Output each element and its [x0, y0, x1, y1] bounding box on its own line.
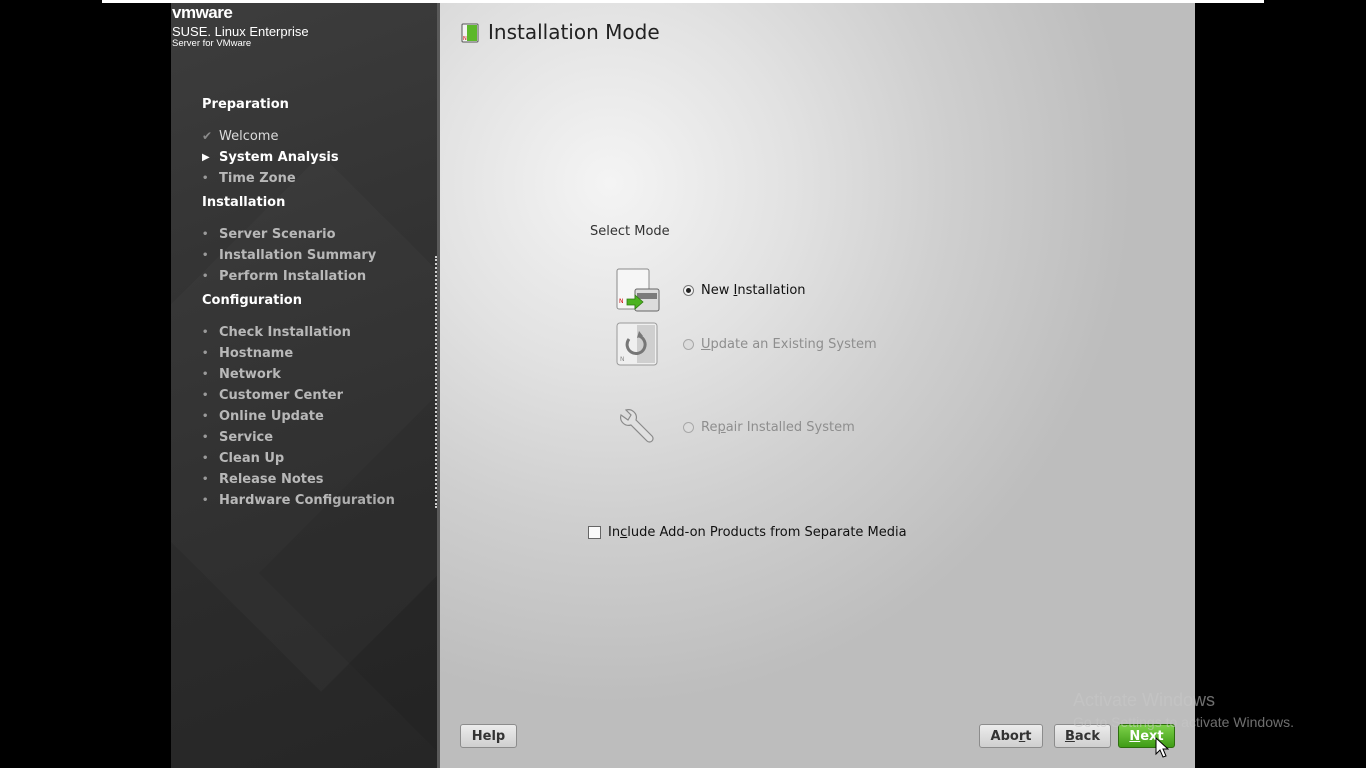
- current-step-arrow-icon: ▶: [202, 151, 210, 163]
- installation-mode-icon: N: [461, 23, 479, 43]
- step-label: Online Update: [219, 408, 324, 424]
- option-update-existing-system[interactable]: Update an Existing System: [683, 337, 877, 352]
- product-name: SUSE. Linux Enterprise: [172, 24, 309, 39]
- step-customer-center: • Customer Center: [202, 385, 343, 405]
- new-installation-icon: N: [616, 268, 660, 312]
- step-label: Time Zone: [219, 170, 296, 186]
- bullet-icon: •: [202, 228, 209, 240]
- step-label: Clean Up: [219, 450, 285, 466]
- section-preparation: Preparation: [202, 97, 289, 112]
- step-label: Hardware Configuration: [219, 492, 395, 508]
- step-label: Service: [219, 429, 274, 445]
- bullet-icon: •: [202, 326, 209, 338]
- svg-text:N: N: [619, 298, 624, 305]
- step-hostname: • Hostname: [202, 343, 293, 363]
- step-welcome: ✔ Welcome: [202, 126, 278, 146]
- option-label: Update an Existing System: [701, 337, 877, 352]
- section-installation: Installation: [202, 195, 286, 210]
- step-label: Installation Summary: [219, 247, 377, 263]
- option-label: Repair Installed System: [701, 420, 855, 435]
- radio-repair-installed-system[interactable]: [683, 422, 694, 433]
- bullet-icon: •: [202, 452, 209, 464]
- watermark-title: Activate Windows: [1073, 690, 1216, 710]
- bullet-icon: •: [202, 270, 209, 282]
- step-label: Hostname: [219, 345, 294, 361]
- step-label: Release Notes: [219, 471, 324, 487]
- bullet-icon: •: [202, 368, 209, 380]
- step-check-installation: • Check Installation: [202, 322, 351, 342]
- step-label: Welcome: [219, 128, 279, 144]
- addon-products-checkbox[interactable]: [588, 526, 601, 539]
- step-label: Perform Installation: [219, 268, 367, 284]
- main-panel: N Installation Mode Select Mode N N New …: [440, 3, 1195, 768]
- repair-wrench-icon: [620, 409, 654, 443]
- bullet-icon: •: [202, 494, 209, 506]
- step-online-update: • Online Update: [202, 406, 324, 426]
- brand-logo: vmware SUSE. Linux Enterprise Server for…: [172, 3, 309, 49]
- step-label: System Analysis: [219, 149, 339, 165]
- svg-text:N: N: [463, 36, 467, 42]
- step-label: Check Installation: [219, 324, 351, 340]
- radio-update-existing-system[interactable]: [683, 339, 694, 350]
- bullet-icon: •: [202, 347, 209, 359]
- step-clean-up: • Clean Up: [202, 448, 284, 468]
- step-system-analysis: ▶ System Analysis: [202, 147, 339, 167]
- abort-button[interactable]: Abo r t: [979, 724, 1043, 748]
- bullet-icon: •: [202, 249, 209, 261]
- watermark-subtitle: Go to Settings to activate Windows.: [1073, 714, 1294, 730]
- installer-sidebar: vmware SUSE. Linux Enterprise Server for…: [171, 3, 438, 768]
- bullet-icon: •: [202, 410, 209, 422]
- step-perform-installation: • Perform Installation: [202, 266, 366, 286]
- bullet-icon: •: [202, 431, 209, 443]
- addon-products-option[interactable]: Include Add-on Products from Separate Me…: [588, 525, 907, 540]
- radio-new-installation[interactable]: [683, 285, 694, 296]
- option-new-installation[interactable]: New Installation: [683, 283, 806, 298]
- vmware-logo: vmware: [172, 3, 233, 22]
- checkmark-icon: ✔: [202, 129, 213, 143]
- bullet-icon: •: [202, 172, 209, 184]
- step-installation-summary: • Installation Summary: [202, 245, 376, 265]
- svg-text:N: N: [620, 356, 625, 363]
- product-edition: Server for VMware: [172, 38, 252, 49]
- bullet-icon: •: [202, 389, 209, 401]
- step-network: • Network: [202, 364, 281, 384]
- page-title: Installation Mode: [488, 20, 660, 44]
- help-button[interactable]: Help: [460, 724, 517, 748]
- option-label: New Installation: [701, 283, 806, 298]
- step-label: Server Scenario: [219, 226, 336, 242]
- step-hardware-configuration: • Hardware Configuration: [202, 490, 395, 510]
- step-server-scenario: • Server Scenario: [202, 224, 336, 244]
- update-system-icon: N: [616, 322, 658, 366]
- mouse-cursor-icon: [1155, 737, 1169, 758]
- option-repair-installed-system[interactable]: Repair Installed System: [683, 420, 855, 435]
- step-release-notes: • Release Notes: [202, 469, 324, 489]
- addon-products-label: Include Add-on Products from Separate Me…: [608, 525, 907, 540]
- step-label: Network: [219, 366, 281, 382]
- select-mode-label: Select Mode: [590, 224, 670, 239]
- step-time-zone: • Time Zone: [202, 168, 296, 188]
- bullet-icon: •: [202, 473, 209, 485]
- step-service: • Service: [202, 427, 273, 447]
- activate-windows-watermark: Activate Windows Go to Settings to activ…: [1073, 690, 1294, 730]
- step-label: Customer Center: [219, 387, 344, 403]
- section-configuration: Configuration: [202, 293, 302, 308]
